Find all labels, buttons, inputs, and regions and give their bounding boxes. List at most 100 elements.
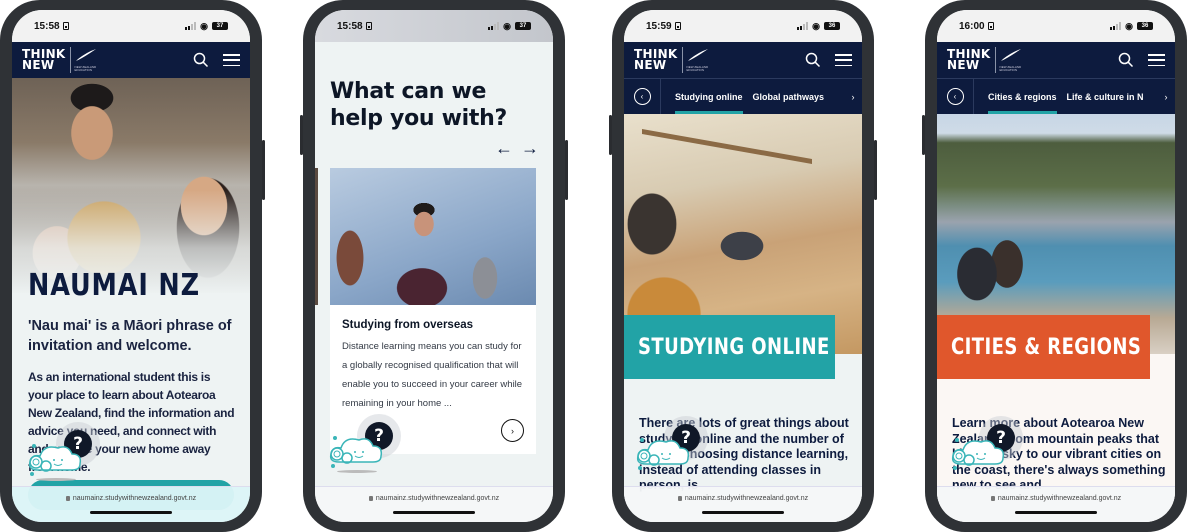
url-text: naumainz.studywithnewzealand.govt.nz [684, 495, 809, 502]
wifi-icon: ◉ [503, 20, 511, 31]
chatbot-cloud-icon [951, 438, 1005, 470]
logo-subtext: NEW ZEALAND EDUCATION [686, 65, 709, 72]
section-banner: STUDYING ONLINE [624, 315, 835, 379]
chevron-left-icon: ‹ [946, 88, 964, 105]
url-text: naumainz.studywithnewzealand.govt.nz [997, 495, 1122, 502]
section-banner: CITIES & REGIONS [937, 315, 1150, 379]
chatbot-cloud-icon [329, 436, 383, 468]
chevron-left-icon: ‹ [633, 88, 651, 105]
chevron-right-icon[interactable]: › [1157, 92, 1175, 102]
section-subnav: ‹ Cities & regions Life & culture in N › [937, 78, 1175, 114]
status-bar: 15:59 ◉ 36 [624, 10, 862, 42]
browser-address-bar[interactable]: naumainz.studywithnewzealand.govt.nz [12, 486, 250, 522]
status-time: 15:59 [646, 20, 672, 32]
help-card[interactable]: Studying from overseas Distance learning… [330, 168, 536, 454]
logo-divider [681, 47, 683, 73]
phone-naumai-home: 15:58 ◉ 37 THINK NEW NEW ZEALAND EDUCATION… [0, 0, 265, 532]
battery-icon: 36 [824, 22, 840, 30]
signal-icon [1110, 22, 1122, 30]
status-time: 15:58 [337, 20, 363, 32]
hamburger-menu-icon[interactable] [223, 54, 240, 66]
logo-line2: NEW [634, 58, 667, 72]
url-text: naumainz.studywithnewzealand.govt.nz [375, 495, 500, 502]
phone-screen: 15:58 ◉ 37 What can we help you with? ← →… [315, 10, 553, 522]
think-new-logo[interactable]: THINK NEW NEW ZEALAND EDUCATION [947, 47, 1024, 73]
lead-paragraph: 'Nau mai' is a Māori phrase of invitatio… [28, 318, 232, 354]
home-indicator[interactable] [393, 511, 475, 514]
silver-fern-icon: NEW ZEALAND EDUCATION [687, 48, 711, 72]
logo-divider [69, 47, 71, 73]
hamburger-menu-icon[interactable] [835, 54, 852, 66]
subnav-tab-studying-online[interactable]: Studying online [675, 79, 743, 114]
wifi-icon: ◉ [200, 20, 208, 31]
lock-icon [990, 496, 995, 501]
subnav-tab-global-pathways[interactable]: Global pathways [753, 79, 825, 114]
wifi-icon: ◉ [812, 20, 820, 31]
lock-icon [677, 496, 682, 501]
browser-address-bar[interactable]: naumainz.studywithnewzealand.govt.nz [624, 486, 862, 522]
status-time: 15:58 [34, 20, 60, 32]
subnav-back-button[interactable]: ‹ [937, 79, 974, 114]
search-icon[interactable] [1118, 52, 1134, 68]
phone-screen: 15:58 ◉ 37 THINK NEW NEW ZEALAND EDUCATION… [12, 10, 250, 522]
section-subnav: ‹ Studying online Global pathways › [624, 78, 862, 114]
chatbot-cloud-icon [636, 438, 690, 470]
chatbot-launcher[interactable]: ? [634, 416, 714, 476]
logo-subtext: NEW ZEALAND EDUCATION [999, 65, 1022, 72]
url-text: naumainz.studywithnewzealand.govt.nz [72, 495, 197, 502]
home-indicator[interactable] [1015, 511, 1097, 514]
site-header: THINK NEW NEW ZEALAND EDUCATION [624, 42, 862, 78]
site-header: THINK NEW NEW ZEALAND EDUCATION [937, 42, 1175, 78]
chatbot-launcher[interactable]: ? [949, 416, 1029, 476]
subnav-tab-cities-regions[interactable]: Cities & regions [988, 79, 1057, 114]
think-new-logo[interactable]: THINK NEW NEW ZEALAND EDUCATION [634, 47, 711, 73]
phone-cities-regions: 16:00 ◉ 36 THINK NEW NEW ZEALAND EDUCATION… [922, 0, 1187, 532]
subnav-back-button[interactable]: ‹ [624, 79, 661, 114]
card-title: Studying from overseas [342, 319, 474, 331]
sim-icon [365, 22, 372, 30]
status-bar: 15:58 ◉ 37 [12, 10, 250, 42]
phone-screen: 16:00 ◉ 36 THINK NEW NEW ZEALAND EDUCATION… [937, 10, 1175, 522]
sim-icon [674, 22, 681, 30]
chevron-right-icon[interactable]: › [844, 92, 862, 102]
arrow-right-icon[interactable]: → [521, 138, 539, 159]
chevron-right-icon[interactable]: › [501, 419, 524, 442]
home-indicator[interactable] [702, 511, 784, 514]
subnav-tab-life-culture[interactable]: Life & culture in N [1067, 79, 1144, 114]
logo-line2: NEW [947, 58, 980, 72]
phone-help-carousel: 15:58 ◉ 37 What can we help you with? ← →… [300, 0, 568, 532]
think-new-logo[interactable]: THINK NEW NEW ZEALAND EDUCATION [22, 47, 99, 73]
logo-line2: NEW [22, 58, 55, 72]
logo-divider [994, 47, 996, 73]
browser-address-bar[interactable]: naumainz.studywithnewzealand.govt.nz [937, 486, 1175, 522]
silver-fern-icon: NEW ZEALAND EDUCATION [1000, 48, 1024, 72]
page-title: NAUMAI NZ [28, 268, 200, 303]
silver-fern-icon: NEW ZEALAND EDUCATION [75, 48, 99, 72]
chatbot-cloud-icon [28, 444, 82, 476]
signal-icon [185, 22, 197, 30]
search-icon[interactable] [805, 52, 821, 68]
site-header: THINK NEW NEW ZEALAND EDUCATION [12, 42, 250, 78]
lock-icon [65, 496, 70, 501]
phone-studying-online: 15:59 ◉ 36 THINK NEW NEW ZEALAND EDUCATION… [609, 0, 877, 532]
search-icon[interactable] [193, 52, 209, 68]
chatbot-launcher[interactable]: ? [26, 422, 106, 482]
status-time: 16:00 [959, 20, 985, 32]
carousel-controls: ← → [495, 138, 539, 159]
status-bar: 15:58 ◉ 37 [315, 10, 553, 42]
battery-icon: 37 [515, 22, 531, 30]
arrow-left-icon[interactable]: ← [495, 138, 513, 159]
banner-title: STUDYING ONLINE [638, 334, 830, 360]
signal-icon [797, 22, 809, 30]
hamburger-menu-icon[interactable] [1148, 54, 1165, 66]
previous-card-peek [315, 168, 318, 305]
browser-address-bar[interactable]: naumainz.studywithnewzealand.govt.nz [315, 486, 553, 522]
card-image-students [330, 168, 536, 305]
sim-icon [62, 22, 69, 30]
card-description: Distance learning means you can study fo… [342, 341, 523, 409]
phone-screen: 15:59 ◉ 36 THINK NEW NEW ZEALAND EDUCATION… [624, 10, 862, 522]
screenshot-stage: 15:58 ◉ 37 THINK NEW NEW ZEALAND EDUCATION… [0, 0, 1187, 532]
home-indicator[interactable] [90, 511, 172, 514]
section-heading: What can we help you with? [330, 79, 507, 131]
chatbot-launcher[interactable]: ? [327, 414, 407, 474]
